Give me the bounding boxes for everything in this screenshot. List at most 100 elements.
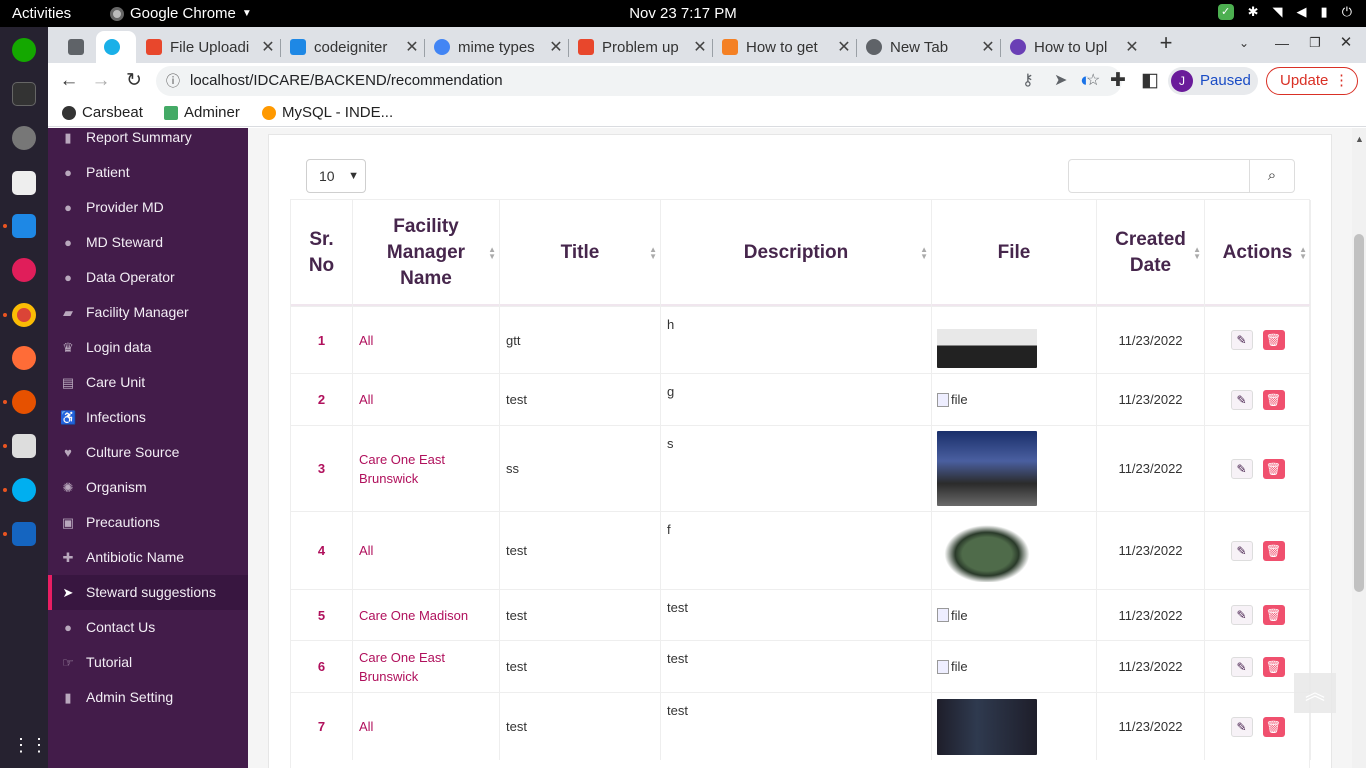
file-thumbnail[interactable] <box>937 312 1037 368</box>
tab-search-icon[interactable]: ⌄ <box>1232 31 1256 55</box>
sidebar-item-precautions[interactable]: ▣ Precautions <box>48 505 248 540</box>
sidebar-item-admin-setting[interactable]: ▮ Admin Setting <box>48 680 248 715</box>
files-icon[interactable] <box>12 434 36 458</box>
maximize-icon[interactable]: ❐ <box>1303 31 1327 55</box>
sidebar-item-contact-us[interactable]: ● Contact Us <box>48 610 248 645</box>
edit-button[interactable]: ✎ <box>1230 389 1253 410</box>
sidebar-item-md-steward[interactable]: ● MD Steward <box>48 225 248 260</box>
clock[interactable]: Nov 23 7:17 PM <box>0 5 1366 22</box>
column-header-fm[interactable]: Facility Manager Name ▲ ▼ <box>353 200 500 306</box>
window-close-icon[interactable]: ✕ <box>1334 31 1358 55</box>
tab-codeigniter[interactable]: codeigniter ✕ <box>282 31 422 63</box>
edit-button[interactable]: ✎ <box>1230 330 1253 350</box>
search-button[interactable]: ⌕ <box>1249 159 1295 193</box>
url-text[interactable]: localhost/IDCARE/BACKEND/recommendation <box>190 66 503 96</box>
sidebar-item-data-operator[interactable]: ● Data Operator <box>48 260 248 295</box>
sidebar-item-antibiotic-name[interactable]: ✚ Antibiotic Name <box>48 540 248 575</box>
skype-icon[interactable] <box>12 478 36 502</box>
send-icon[interactable]: ➤ <box>1054 66 1067 96</box>
delete-button[interactable]: 🗑 <box>1262 716 1285 737</box>
close-icon[interactable]: ✕ <box>402 37 422 57</box>
extensions-puzzle-icon[interactable]: ✚ <box>1106 69 1130 93</box>
tab-active[interactable] <box>96 31 136 63</box>
edit-button[interactable]: ✎ <box>1230 716 1253 737</box>
scroll-up-icon[interactable]: ▲ <box>1355 134 1364 144</box>
system-tray[interactable]: ✓ ✱ ◥ ◀ ▮ ⏻ <box>1217 4 1352 20</box>
sidebar-item-care-unit[interactable]: ▤ Care Unit <box>48 365 248 400</box>
sidebar-item-infections[interactable]: ♿ Infections <box>48 400 248 435</box>
text-editor-icon[interactable] <box>12 171 36 195</box>
edit-button[interactable]: ✎ <box>1230 540 1253 561</box>
edit-button[interactable]: ✎ <box>1230 656 1253 677</box>
sidebar-item-tutorial[interactable]: ☞ Tutorial <box>48 645 248 680</box>
reload-icon[interactable]: ↻ <box>122 69 146 93</box>
bookmark-mysql[interactable]: MySQL - INDE... <box>262 104 393 121</box>
tool-icon[interactable] <box>12 390 36 414</box>
sidebar-item-provider-md[interactable]: ● Provider MD <box>48 190 248 225</box>
sidebar-item-steward-suggestions[interactable]: ➤ Steward suggestions <box>48 575 248 610</box>
delete-button[interactable]: 🗑 <box>1262 540 1285 561</box>
tab-file-upload[interactable]: File Uploadi ✕ <box>138 31 278 63</box>
address-bar[interactable]: ⓘ localhost/IDCARE/BACKEND/recommendatio… <box>156 66 1122 96</box>
new-tab-icon[interactable]: + <box>1154 31 1178 55</box>
back-to-top-button[interactable]: ︽ <box>1294 673 1336 713</box>
terminal-icon[interactable] <box>12 82 36 106</box>
file-thumbnail[interactable] <box>937 431 1037 506</box>
close-icon[interactable]: ✕ <box>1122 37 1142 57</box>
app-grid-icon[interactable]: ⋮⋮ <box>12 733 48 757</box>
delete-button[interactable]: 🗑 <box>1262 656 1285 677</box>
broken-image[interactable]: file <box>937 392 968 407</box>
tab-new-tab[interactable]: New Tab ✕ <box>858 31 998 63</box>
scrollbar[interactable]: ▲ <box>1352 128 1366 768</box>
column-header-date[interactable]: Created Date ▲ ▼ <box>1097 200 1205 306</box>
edit-button[interactable]: ✎ <box>1230 605 1253 625</box>
postman-icon[interactable] <box>12 346 36 370</box>
profile-button[interactable]: J Paused <box>1168 67 1258 95</box>
sidebar-item-facility-manager[interactable]: ▰ Facility Manager <box>48 295 248 330</box>
column-header-file[interactable]: File <box>932 200 1097 306</box>
sidebar-item-organism[interactable]: ✺ Organism <box>48 470 248 505</box>
side-panel-icon[interactable]: ◧ <box>1138 69 1162 93</box>
chrome-app-icon[interactable] <box>12 303 36 327</box>
delete-button[interactable]: 🗑 <box>1262 330 1285 350</box>
back-icon[interactable]: ← <box>57 69 81 93</box>
document-icon[interactable] <box>12 522 36 546</box>
tab-pinned-1[interactable] <box>60 31 98 63</box>
sidebar-item-culture-source[interactable]: ♥ Culture Source <box>48 435 248 470</box>
column-header-no[interactable]: Sr. No <box>291 200 353 306</box>
column-header-title[interactable]: Title ▲ ▼ <box>500 200 661 306</box>
delete-button[interactable]: 🗑 <box>1262 458 1285 479</box>
forward-icon[interactable]: → <box>89 69 113 93</box>
file-thumbnail[interactable] <box>937 698 1037 755</box>
minimize-icon[interactable]: — <box>1270 31 1294 55</box>
column-header-actions[interactable]: Actions ▲ ▼ <box>1205 200 1311 306</box>
file-thumbnail[interactable] <box>937 519 1037 582</box>
close-icon[interactable]: ✕ <box>546 37 566 57</box>
broken-image[interactable]: file <box>937 608 968 623</box>
tab-mime-types[interactable]: mime types ✕ <box>426 31 566 63</box>
bookmark-adminer[interactable]: Adminer <box>164 104 240 121</box>
sidebar-item-login-data[interactable]: ♛ Login data <box>48 330 248 365</box>
tab-how-to-upload[interactable]: How to Upl ✕ <box>1002 31 1142 63</box>
delete-button[interactable]: 🗑 <box>1262 605 1285 625</box>
bookmark-carsbeat[interactable]: Carsbeat <box>62 104 143 121</box>
tab-how-to-get[interactable]: How to get ✕ <box>714 31 854 63</box>
column-header-desc[interactable]: Description ▲ ▼ <box>661 200 932 306</box>
close-icon[interactable]: ✕ <box>834 37 854 57</box>
vscode-icon[interactable] <box>12 214 36 238</box>
sidebar-item-report-summary[interactable]: ▮ Report Summary <box>48 120 248 155</box>
tab-problem-upload[interactable]: Problem up ✕ <box>570 31 710 63</box>
key-icon[interactable]: ⚷ <box>1022 66 1034 96</box>
close-icon[interactable]: ✕ <box>258 37 278 57</box>
site-info-icon[interactable]: ⓘ <box>166 66 180 96</box>
broken-image[interactable]: file <box>937 659 968 674</box>
extension-icon[interactable]: ◐ <box>1074 69 1098 93</box>
search-input[interactable] <box>1068 159 1250 193</box>
edit-button[interactable]: ✎ <box>1230 458 1253 479</box>
slack-app-icon[interactable] <box>12 258 36 282</box>
settings-icon[interactable] <box>12 126 36 150</box>
close-icon[interactable]: ✕ <box>978 37 998 57</box>
close-icon[interactable]: ✕ <box>690 37 710 57</box>
sidebar-item-patient[interactable]: ● Patient <box>48 155 248 190</box>
scrollbar-thumb[interactable] <box>1354 234 1364 592</box>
